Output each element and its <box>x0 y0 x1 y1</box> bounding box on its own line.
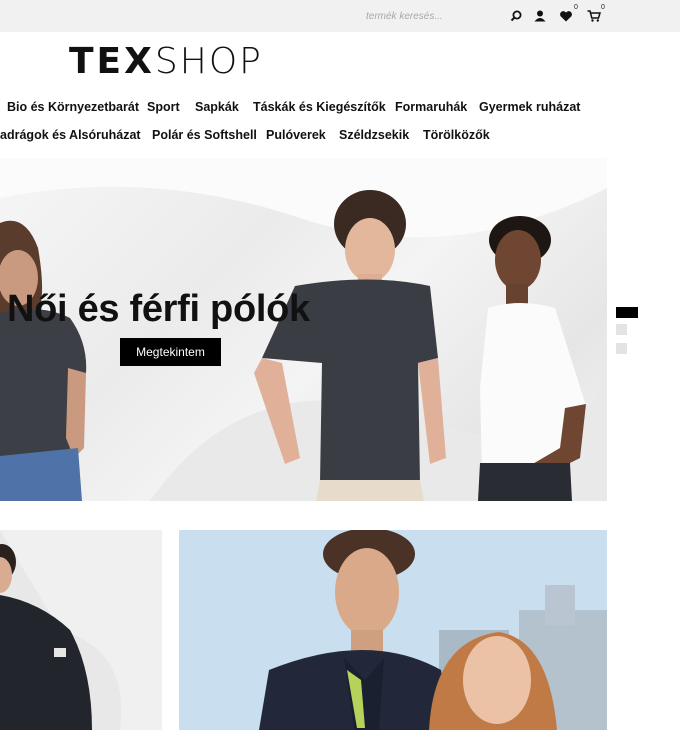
nav-item-bio[interactable]: Bio és Környezetbarát <box>7 100 139 114</box>
hero-slider: Női és férfi pólók Megtekintem <box>0 158 607 501</box>
nav-item-sapkak[interactable]: Sapkák <box>195 100 239 114</box>
nav-item-taskak[interactable]: Táskák és Kiegészítők <box>253 100 386 114</box>
site-logo[interactable]: TEXSHOP <box>69 41 263 82</box>
search-input[interactable] <box>366 7 498 25</box>
nav-item-pulloverek[interactable]: Pulóverek <box>266 128 326 142</box>
heart-icon[interactable] <box>558 8 574 24</box>
slider-dot-1[interactable] <box>616 307 638 318</box>
slider-dot-2[interactable] <box>616 324 627 335</box>
search-icon[interactable] <box>508 8 524 24</box>
hero-cta-button[interactable]: Megtekintem <box>120 338 221 366</box>
nav-item-nadragok[interactable]: Nadrágok és Alsóruházat <box>0 128 141 142</box>
logo-bold-text: TEX <box>69 41 155 82</box>
category-card-right[interactable] <box>179 530 607 730</box>
logo-light-text: SHOP <box>154 41 263 82</box>
nav-item-torolkozok[interactable]: Törölközők <box>423 128 490 142</box>
slider-dot-3[interactable] <box>616 343 627 354</box>
nav-item-szeldzsekik[interactable]: Széldzsekik <box>339 128 409 142</box>
top-utility-bar: 0 0 <box>0 0 680 32</box>
wishlist-count: 0 <box>574 4 578 11</box>
cart-count: 0 <box>601 4 605 11</box>
main-nav-row-2: Nadrágok és Alsóruházat Polár és Softshe… <box>0 128 680 148</box>
user-icon[interactable] <box>532 8 548 24</box>
nav-item-sport[interactable]: Sport <box>147 100 180 114</box>
hero-title: Női és férfi pólók <box>7 288 310 330</box>
nav-item-polar[interactable]: Polár és Softshell <box>152 128 257 142</box>
category-card-left-image <box>0 530 162 730</box>
cart-icon[interactable] <box>586 8 602 24</box>
nav-item-formaruhak[interactable]: Formaruhák <box>395 100 467 114</box>
category-card-right-image <box>179 530 607 730</box>
category-card-left[interactable] <box>0 530 162 730</box>
nav-item-gyermek[interactable]: Gyermek ruházat <box>479 100 580 114</box>
